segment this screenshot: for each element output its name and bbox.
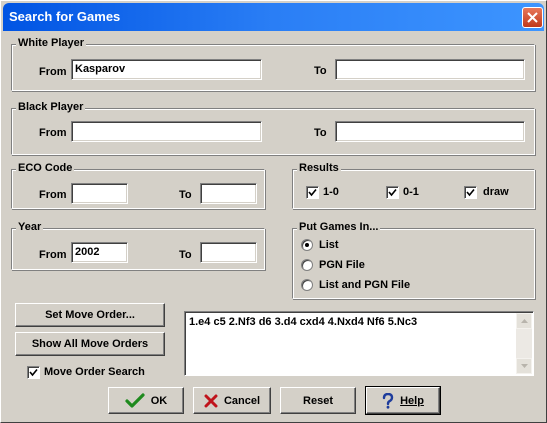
black-to-label: To [314, 127, 327, 139]
list-and-pgn-radio[interactable] [301, 279, 313, 291]
move-order-search-label: Move Order Search [44, 366, 145, 378]
black-player-title: Black Player [16, 101, 86, 113]
title-bar: Search for Games [3, 3, 544, 31]
move-order-search-checkbox[interactable] [27, 366, 40, 379]
results-title: Results [297, 162, 341, 174]
year-to-field[interactable] [200, 242, 257, 263]
set-move-order-label: Set Move Order... [45, 309, 135, 321]
close-button[interactable] [522, 7, 543, 28]
eco-to-field[interactable] [200, 183, 257, 204]
moves-text: 1.e4 c5 2.Nf3 d6 3.d4 cxd4 4.Nxd4 Nf6 5.… [189, 316, 418, 328]
pgn-file-radio-label: PGN File [319, 259, 365, 271]
result-1-0-checkbox[interactable] [306, 186, 319, 199]
eco-to-label: To [179, 189, 192, 201]
arrow-down-icon [520, 364, 528, 368]
list-radio[interactable] [301, 239, 313, 251]
pgn-file-radio[interactable] [301, 259, 313, 271]
year-to-label: To [179, 249, 192, 261]
result-draw-label: draw [483, 186, 509, 198]
black-from-label: From [39, 127, 67, 139]
black-from-field[interactable] [71, 121, 262, 142]
search-dialog: Search for Games White Player From Kaspa… [0, 0, 547, 423]
cancel-button[interactable]: Cancel [193, 387, 271, 414]
year-from-field[interactable]: 2002 [71, 242, 128, 263]
put-games-in-title: Put Games In... [297, 221, 381, 233]
list-and-pgn-radio-label: List and PGN File [319, 279, 411, 291]
checkmark-icon [29, 368, 38, 377]
help-label: Help [400, 394, 424, 407]
question-icon [382, 392, 394, 409]
reset-label: Reset [303, 394, 333, 407]
close-icon [527, 12, 538, 23]
list-radio-label: List [319, 239, 339, 251]
x-icon [204, 394, 218, 408]
white-to-field[interactable] [335, 59, 525, 80]
reset-button[interactable]: Reset [280, 387, 356, 414]
ok-label: OK [150, 394, 168, 407]
checkmark-icon [308, 188, 317, 197]
result-draw-checkbox[interactable] [464, 186, 477, 199]
ok-button[interactable]: OK [108, 387, 184, 414]
eco-from-label: From [39, 189, 67, 201]
show-all-move-orders-label: Show All Move Orders [31, 338, 149, 350]
result-0-1-checkbox[interactable] [386, 186, 399, 199]
black-to-field[interactable] [335, 121, 525, 142]
window-title: Search for Games [9, 9, 121, 24]
arrow-up-icon [520, 319, 528, 323]
checkmark-icon [388, 188, 397, 197]
checkmark-icon [466, 188, 475, 197]
checkmark-icon [125, 392, 145, 409]
year-title: Year [16, 221, 44, 233]
eco-from-field[interactable] [71, 183, 128, 204]
white-to-label: To [314, 65, 327, 77]
scroll-down-button[interactable] [516, 358, 532, 374]
white-from-field[interactable]: Kasparov [71, 59, 262, 80]
result-0-1-label: 0-1 [403, 186, 419, 198]
set-move-order-button[interactable]: Set Move Order... [15, 303, 165, 327]
year-from-label: From [39, 249, 67, 261]
scroll-up-button[interactable] [516, 313, 532, 329]
result-1-0-label: 1-0 [323, 186, 339, 198]
show-all-move-orders-button[interactable]: Show All Move Orders [15, 332, 165, 356]
white-from-label: From [39, 66, 67, 78]
moves-scrollbar[interactable] [516, 313, 532, 374]
help-button[interactable]: Help [365, 386, 441, 415]
cancel-label: Cancel [223, 394, 261, 407]
moves-textarea[interactable]: 1.e4 c5 2.Nf3 d6 3.d4 cxd4 4.Nxd4 Nf6 5.… [184, 311, 534, 376]
white-player-title: White Player [16, 37, 87, 49]
eco-code-title: ECO Code [16, 162, 75, 174]
